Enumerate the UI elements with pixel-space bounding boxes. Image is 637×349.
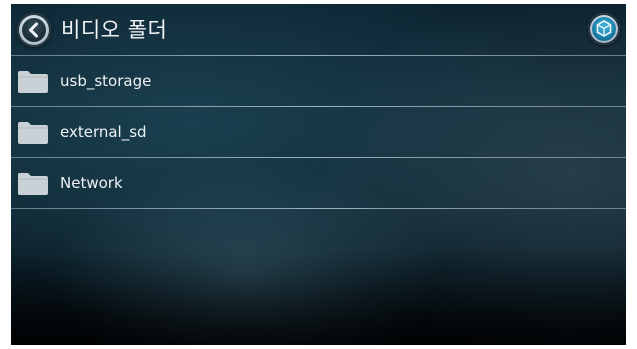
page-title: 비디오 폴더 bbox=[61, 18, 168, 42]
folder-icon bbox=[18, 173, 48, 195]
list-divider bbox=[11, 208, 626, 209]
folder-icon bbox=[18, 71, 48, 93]
header-bar: 비디오 폴더 bbox=[11, 4, 626, 55]
folder-item-usb-storage[interactable]: usb_storage bbox=[11, 56, 626, 106]
folder-item-network[interactable]: Network bbox=[11, 158, 626, 208]
folder-item-label: external_sd bbox=[60, 123, 147, 141]
options-button[interactable] bbox=[588, 13, 620, 45]
folder-icon bbox=[18, 122, 48, 144]
folder-item-label: Network bbox=[60, 174, 123, 192]
folder-item-external-sd[interactable]: external_sd bbox=[11, 107, 626, 157]
hexagon-cube-icon bbox=[596, 20, 612, 37]
folder-item-label: usb_storage bbox=[60, 72, 152, 90]
back-button[interactable] bbox=[17, 13, 51, 47]
app-screen: 비디오 폴더 usb_storage external_sd Network bbox=[11, 4, 626, 345]
chevron-left-icon bbox=[29, 22, 38, 38]
